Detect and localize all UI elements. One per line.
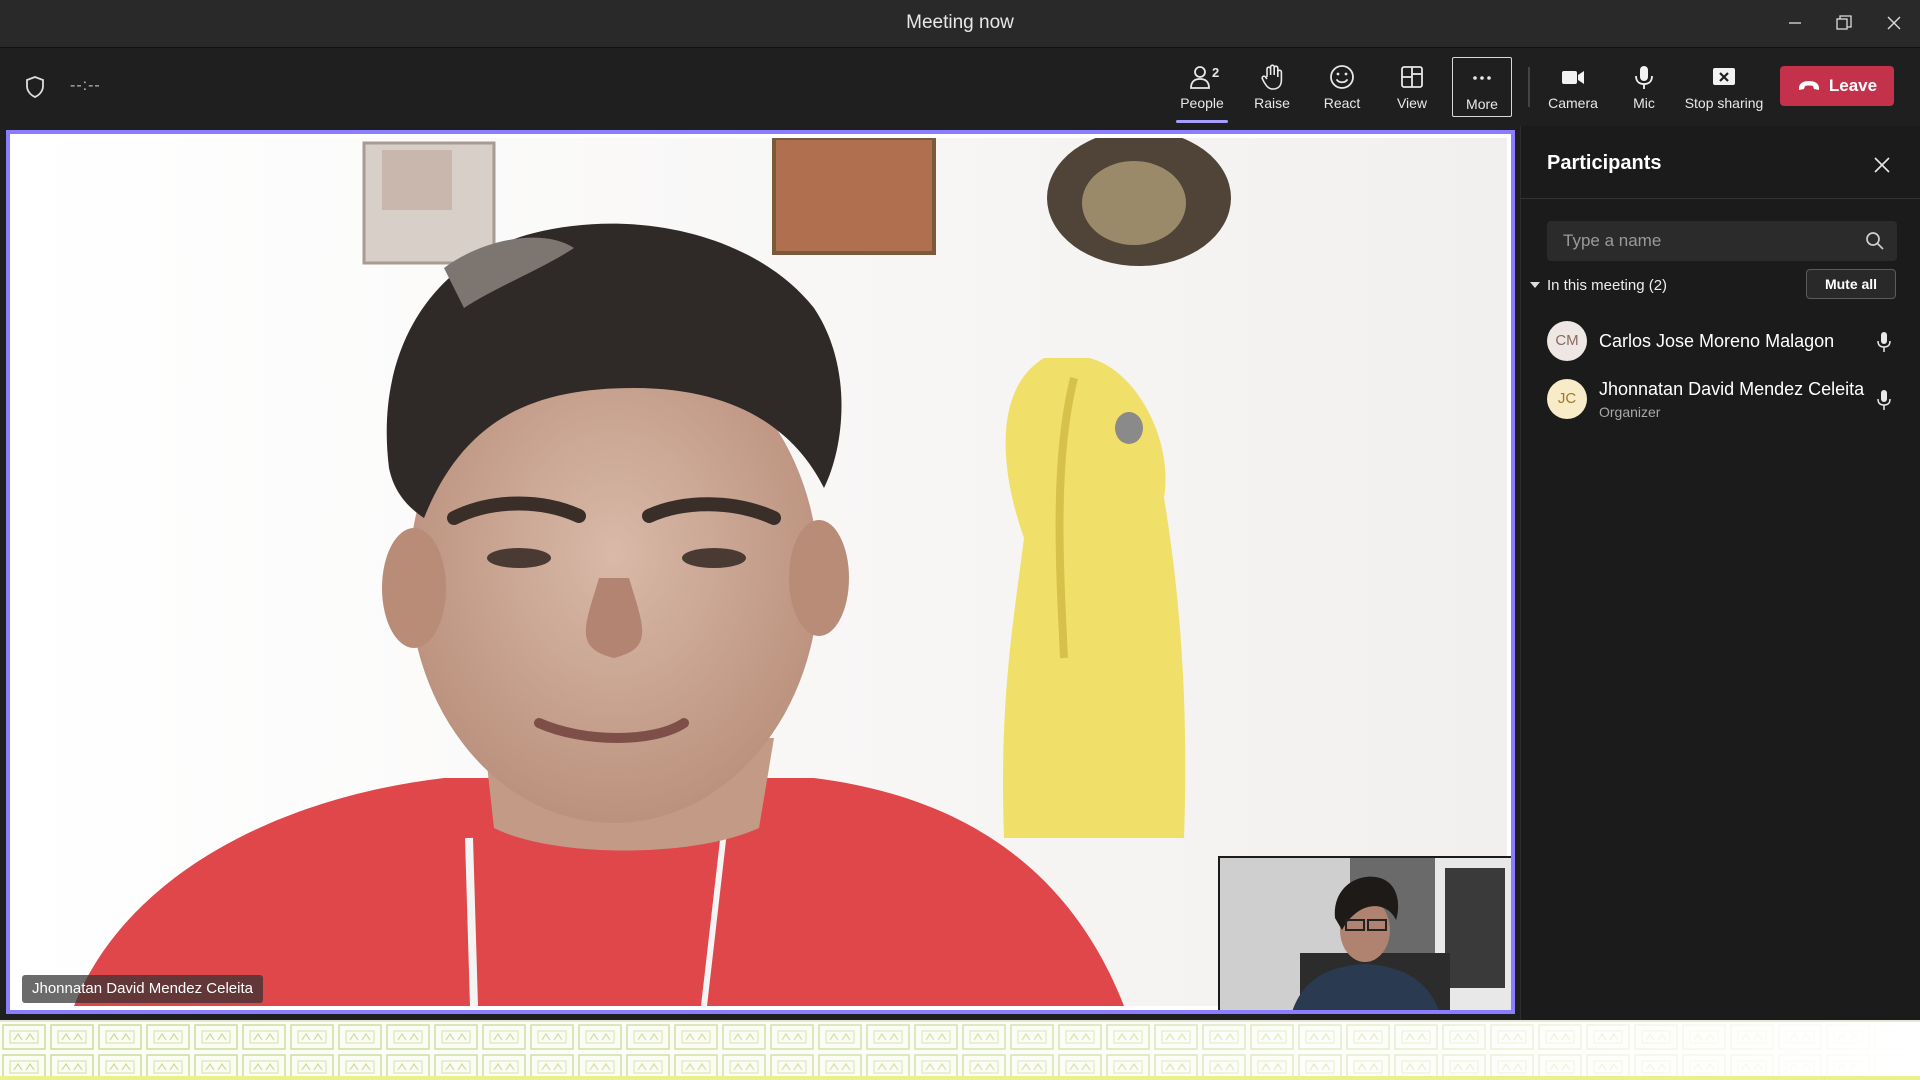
react-button[interactable]: React [1312, 57, 1372, 117]
self-view-image [1220, 858, 1511, 1010]
participant-search [1547, 221, 1897, 261]
mute-all-button[interactable]: Mute all [1806, 269, 1896, 299]
smiley-icon [1330, 65, 1354, 89]
avatar: CM [1547, 321, 1587, 361]
close-icon [1887, 16, 1901, 30]
participants-title: Participants [1547, 152, 1662, 174]
close-window-button[interactable] [1874, 8, 1914, 38]
more-button[interactable]: More [1452, 57, 1512, 117]
microphone-icon [1877, 390, 1891, 410]
strip-edge [0, 1076, 1920, 1080]
close-icon [1874, 157, 1890, 173]
mic-label: Mic [1633, 95, 1655, 111]
camera-button[interactable]: Camera [1543, 57, 1603, 117]
stop-sharing-button[interactable]: Stop sharing [1684, 57, 1764, 117]
toolbar-divider [1528, 67, 1530, 107]
raise-hand-button[interactable]: Raise [1242, 57, 1302, 117]
speaker-name-tag: Jhonnatan David Mendez Celeita [22, 975, 263, 1003]
video-stage: Jhonnatan David Mendez Celeita [0, 126, 1520, 1020]
pane-divider [1521, 198, 1920, 199]
people-button[interactable]: 2 People [1172, 57, 1232, 123]
caret-down-icon [1530, 282, 1540, 288]
title-bar: Meeting now [0, 0, 1920, 48]
close-participants-button[interactable] [1867, 150, 1897, 180]
microphone-icon [1635, 66, 1653, 89]
view-label: View [1396, 95, 1428, 111]
people-label: People [1180, 95, 1224, 111]
minimize-button[interactable] [1775, 8, 1815, 38]
layout-grid-icon [1401, 66, 1423, 88]
camera-icon [1562, 71, 1584, 84]
meeting-toolbar: --:-- 2 People Raise React View More Cam… [0, 49, 1920, 126]
restore-button[interactable] [1824, 8, 1864, 38]
more-label: More [1466, 96, 1498, 112]
participant-name: Carlos Jose Moreno Malagon [1599, 331, 1835, 351]
window-title: Meeting now [906, 12, 1014, 33]
stop-share-icon [1713, 68, 1735, 85]
people-count: 2 [1212, 65, 1220, 80]
in-meeting-label: In this meeting (2) [1547, 276, 1668, 294]
meeting-timer: --:-- [70, 77, 101, 94]
leave-label: Leave [1828, 76, 1878, 95]
decorative-pattern [0, 1022, 1920, 1080]
hang-up-icon [1798, 81, 1819, 90]
desktop-background-strip [0, 1020, 1920, 1080]
leave-button[interactable]: Leave [1780, 66, 1894, 106]
people-active-indicator [1176, 120, 1228, 123]
participant-name: Jhonnatan David Mendez Celeita [1599, 379, 1865, 399]
hand-icon [1261, 64, 1283, 90]
participants-pane: Participants In this meeting (2) Mute al… [1520, 126, 1920, 1020]
microphone-icon [1877, 332, 1891, 352]
active-speaker-frame: Jhonnatan David Mendez Celeita [6, 130, 1515, 1014]
stop-sharing-label: Stop sharing [1684, 95, 1764, 111]
participant-item[interactable]: CM Carlos Jose Moreno Malagon [1521, 311, 1920, 371]
view-button[interactable]: View [1382, 57, 1442, 117]
participant-role: Organizer [1599, 404, 1661, 420]
participant-search-input[interactable] [1547, 221, 1847, 261]
raise-label: Raise [1254, 95, 1290, 111]
participant-item[interactable]: JC Jhonnatan David Mendez Celeita Organi… [1521, 369, 1920, 429]
search-icon[interactable] [1865, 231, 1885, 251]
restore-icon [1836, 15, 1852, 30]
more-dots-icon [1473, 76, 1491, 80]
mic-button[interactable]: Mic [1614, 57, 1674, 117]
react-label: React [1323, 95, 1361, 111]
shield-icon[interactable] [24, 75, 46, 99]
self-view-video[interactable] [1218, 856, 1511, 1010]
camera-label: Camera [1548, 95, 1598, 111]
in-meeting-section-toggle[interactable]: In this meeting (2) [1529, 273, 1667, 297]
minimize-icon [1789, 22, 1801, 24]
avatar: JC [1547, 379, 1587, 419]
